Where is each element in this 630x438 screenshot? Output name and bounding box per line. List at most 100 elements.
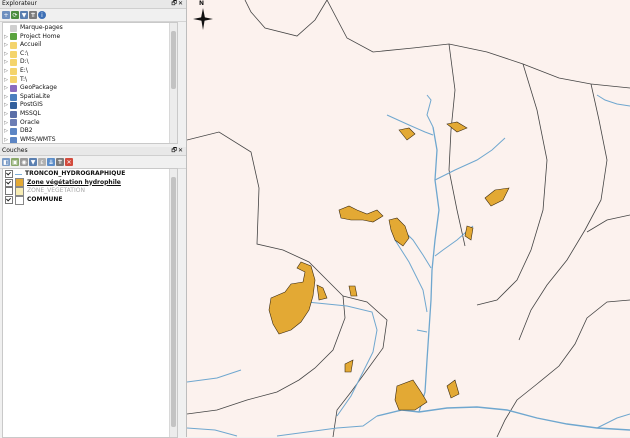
browser-item-label: MSSQL bbox=[20, 109, 41, 117]
commune-boundary bbox=[586, 214, 630, 233]
browser-title: Explorateur bbox=[2, 0, 37, 7]
browser-item[interactable]: ▷ E:\ bbox=[3, 67, 169, 76]
layers-panel-controls[interactable]: 🗗✕ bbox=[171, 147, 184, 155]
browser-item-label: DB2 bbox=[20, 127, 33, 135]
vegetation-polygon bbox=[394, 379, 428, 411]
layer-item[interactable]: Zone végétation hydrophile bbox=[3, 178, 169, 188]
layer-visibility-checkbox[interactable] bbox=[5, 187, 13, 196]
expand-arrow-icon[interactable]: ▷ bbox=[3, 101, 9, 110]
vegetation-polygon bbox=[344, 359, 354, 373]
add-group-icon[interactable]: ▣ bbox=[11, 158, 19, 166]
browser-item[interactable]: ▷ DB2 bbox=[3, 127, 169, 136]
expand-arrow-icon[interactable]: ▷ bbox=[3, 136, 9, 143]
commune-boundary bbox=[326, 0, 630, 89]
browser-item[interactable]: ▷ T:\ bbox=[3, 76, 169, 85]
browser-tree: Marque-pages ▷ Project Home ▷ Accueil ▷ C:\ ▷ D:… bbox=[2, 22, 178, 144]
browser-scroll-thumb[interactable] bbox=[171, 31, 176, 89]
browser-item-label: PostGIS bbox=[20, 101, 43, 109]
browser-item[interactable]: ▷ MSSQL bbox=[3, 110, 169, 119]
geopackage-icon bbox=[10, 84, 17, 92]
browser-item-label: GeoPackage bbox=[20, 84, 57, 92]
mssql-icon bbox=[10, 110, 17, 118]
expand-arrow-icon[interactable]: ▷ bbox=[3, 76, 9, 85]
browser-scrollbar[interactable] bbox=[169, 23, 177, 143]
layer-styling-icon[interactable]: ◧ bbox=[2, 158, 10, 166]
layer-name: ZONE_VEGETATION bbox=[27, 187, 85, 195]
refresh-icon[interactable]: ⟳ bbox=[11, 11, 19, 19]
layer-name: Zone végétation hydrophile bbox=[27, 178, 121, 186]
add-layer-icon[interactable]: + bbox=[2, 11, 10, 19]
map-canvas[interactable]: N bbox=[187, 0, 630, 437]
expand-arrow-icon[interactable]: ▷ bbox=[3, 41, 9, 50]
db2-icon bbox=[10, 127, 17, 135]
postgis-icon bbox=[10, 102, 17, 110]
expand-all-icon[interactable]: ⇊ bbox=[47, 158, 55, 166]
star-icon bbox=[10, 24, 17, 32]
commune-layer bbox=[187, 0, 630, 437]
expand-arrow-icon[interactable]: ▷ bbox=[3, 58, 9, 67]
browser-item[interactable]: ▷ WMS/WMTS bbox=[3, 136, 169, 143]
layer-item[interactable]: COMMUNE bbox=[3, 195, 169, 205]
oracle-icon bbox=[10, 119, 17, 127]
river-line bbox=[276, 415, 378, 437]
expand-arrow-icon[interactable]: ▷ bbox=[3, 84, 9, 93]
vegetation-polygon bbox=[464, 225, 474, 241]
info-icon[interactable]: i bbox=[38, 11, 46, 19]
map-svg bbox=[187, 0, 630, 437]
commune-boundary bbox=[187, 131, 346, 415]
browser-item[interactable]: ▷ GeoPackage bbox=[3, 84, 169, 93]
expand-arrow-icon[interactable]: ▷ bbox=[3, 33, 9, 42]
layers-scroll-thumb[interactable] bbox=[171, 177, 176, 427]
browser-item[interactable]: ▷ Oracle bbox=[3, 119, 169, 128]
layer-visibility-checkbox[interactable] bbox=[5, 178, 13, 187]
browser-item-label: Project Home bbox=[20, 32, 61, 40]
browser-item[interactable]: ▷ Project Home bbox=[3, 33, 169, 42]
vegetation-polygon bbox=[338, 205, 384, 223]
layers-scrollbar[interactable] bbox=[169, 169, 177, 437]
river-line bbox=[434, 137, 506, 181]
expand-arrow-icon[interactable]: ▷ bbox=[3, 127, 9, 136]
browser-item-label: C:\ bbox=[20, 49, 29, 57]
layer-visibility-checkbox[interactable] bbox=[5, 170, 13, 179]
eye-icon[interactable]: ◉ bbox=[20, 158, 28, 166]
expand-arrow-icon[interactable]: ▷ bbox=[3, 93, 9, 102]
spatialite-icon bbox=[10, 93, 17, 101]
layer-name: TRONCON_HYDROGRAPHIQUE bbox=[25, 170, 126, 177]
left-panel: Explorateur 🗗✕ + ⟳ ▼ ⇈ i Marque-pages ▷ Pr… bbox=[0, 0, 187, 438]
layer-visibility-checkbox[interactable] bbox=[5, 196, 13, 205]
expand-arrow-icon[interactable]: ▷ bbox=[3, 50, 9, 59]
project-home-icon bbox=[10, 33, 17, 41]
browser-item-label: Accueil bbox=[20, 41, 42, 49]
expand-arrow-icon[interactable]: ▷ bbox=[3, 110, 9, 119]
filter-expression-icon[interactable]: ε bbox=[38, 158, 46, 166]
layers-title: Couches bbox=[2, 147, 28, 154]
vegetation-polygon bbox=[268, 261, 316, 335]
vegetation-polygon bbox=[398, 127, 416, 141]
vegetation-polygon bbox=[316, 284, 328, 301]
browser-panel-controls[interactable]: 🗗✕ bbox=[171, 0, 184, 8]
filter-icon[interactable]: ▼ bbox=[20, 11, 28, 19]
commune-boundary bbox=[476, 63, 548, 306]
remove-layer-icon[interactable]: ✕ bbox=[65, 158, 73, 166]
browser-item[interactable]: Marque-pages bbox=[3, 24, 169, 33]
river-line bbox=[394, 239, 428, 313]
river-line bbox=[426, 94, 434, 128]
browser-toolbar: + ⟳ ▼ ⇈ i bbox=[0, 9, 186, 22]
collapse-layers-icon[interactable]: ⇈ bbox=[56, 158, 64, 166]
expand-arrow-icon[interactable]: ▷ bbox=[3, 119, 9, 128]
expand-arrow-icon[interactable]: ▷ bbox=[3, 67, 9, 76]
browser-item[interactable]: ▷ D:\ bbox=[3, 58, 169, 67]
browser-item[interactable]: ▷ PostGIS bbox=[3, 101, 169, 110]
collapse-all-icon[interactable]: ⇈ bbox=[29, 11, 37, 19]
browser-item[interactable]: ▷ SpatiaLite bbox=[3, 93, 169, 102]
line-symbol-icon bbox=[15, 174, 22, 176]
river-line bbox=[187, 369, 242, 383]
layer-item[interactable]: ZONE_VEGETATION bbox=[3, 186, 169, 196]
browser-item-label: D:\ bbox=[20, 58, 29, 66]
layer-item[interactable]: TRONCON_HYDROGRAPHIQUE bbox=[3, 170, 169, 179]
filter-legend-icon[interactable]: ▼ bbox=[29, 158, 37, 166]
vegetation-polygon bbox=[446, 379, 460, 399]
browser-item[interactable]: ▷ C:\ bbox=[3, 50, 169, 59]
river-line bbox=[416, 329, 428, 333]
browser-item[interactable]: ▷ Accueil bbox=[3, 41, 169, 50]
